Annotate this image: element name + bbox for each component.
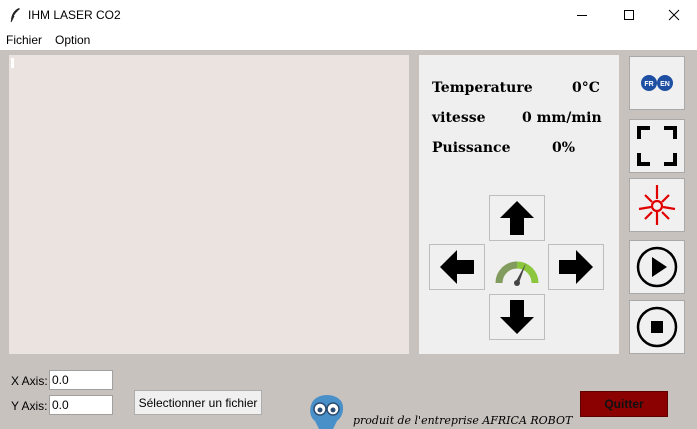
canvas-cursor-marker [11, 58, 14, 68]
arrow-left-icon [440, 250, 474, 284]
company-credit: produit de l'entreprise AFRICA ROBOT [353, 414, 573, 427]
fr-label: FR [644, 81, 653, 88]
speed-gauge[interactable] [491, 244, 543, 290]
x-axis-input[interactable]: 0.0 [49, 370, 113, 390]
minimize-button[interactable] [559, 0, 605, 30]
menu-option[interactable]: Option [55, 33, 90, 47]
drawing-canvas[interactable] [9, 55, 409, 354]
x-axis-label: X Axis: [11, 374, 48, 388]
maximize-button[interactable] [606, 0, 652, 30]
arrow-down-icon [500, 300, 534, 334]
window-title: IHM LASER CO2 [28, 8, 121, 22]
title-bar: IHM LASER CO2 [0, 0, 697, 30]
temperature-value: 0°C [572, 80, 600, 96]
fr-en-flags-icon: FR EN [641, 75, 673, 91]
language-toggle-button[interactable]: FR EN [629, 56, 685, 110]
speed-value: 0 mm/min [522, 110, 602, 126]
menu-bar: Fichier Option [0, 30, 697, 50]
speed-gauge-icon [495, 261, 539, 286]
close-button[interactable] [651, 0, 697, 30]
move-up-button[interactable] [489, 195, 545, 241]
laser-icon [638, 185, 676, 225]
laser-button[interactable] [629, 178, 685, 232]
stop-icon [636, 306, 678, 348]
africa-robot-logo [310, 395, 344, 429]
power-value: 0% [552, 140, 576, 156]
move-left-button[interactable] [429, 244, 485, 290]
fullscreen-icon [637, 126, 677, 166]
play-icon [636, 246, 678, 288]
arrow-up-icon [500, 201, 534, 235]
minimize-icon [577, 15, 587, 16]
feather-icon [10, 8, 20, 23]
quit-button[interactable]: Quitter [580, 391, 668, 417]
temperature-label: Temperature [432, 80, 533, 96]
fullscreen-button[interactable] [629, 119, 685, 173]
speed-label: vitesse [432, 110, 486, 126]
close-icon [668, 9, 680, 21]
maximize-icon [624, 10, 634, 20]
menu-fichier[interactable]: Fichier [6, 33, 42, 47]
select-file-button[interactable]: Sélectionner un fichier [134, 390, 262, 415]
y-axis-label: Y Axis: [11, 399, 48, 413]
power-label: Puissance [432, 140, 511, 156]
arrow-right-icon [559, 250, 593, 284]
move-down-button[interactable] [489, 294, 545, 340]
play-button[interactable] [629, 240, 685, 294]
en-label: EN [660, 81, 670, 88]
y-axis-input[interactable]: 0.0 [49, 395, 113, 415]
stop-button[interactable] [629, 300, 685, 354]
move-right-button[interactable] [548, 244, 604, 290]
